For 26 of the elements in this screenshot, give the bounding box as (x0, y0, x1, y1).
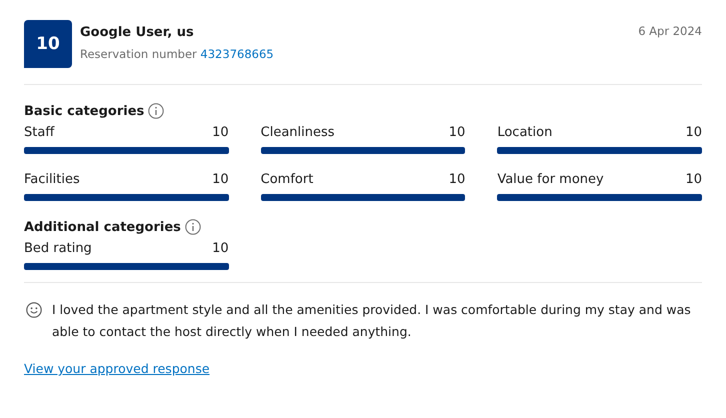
score-badge: 10 (24, 20, 72, 68)
info-icon[interactable] (148, 103, 164, 119)
info-icon[interactable] (184, 219, 201, 235)
rating-value: 10 (212, 241, 229, 257)
rating-label: Facilities (24, 172, 80, 188)
review-date: 6 Apr 2024 (638, 23, 702, 38)
section-title: Basic categories (24, 104, 144, 118)
smiley-icon (26, 302, 42, 318)
rating-value: 10 (212, 172, 229, 188)
reservation-link[interactable]: 4323768665 (200, 47, 274, 61)
review-comment: I loved the apartment style and all the amenities provided. I was comfortable during my stay and was able to contact the host directly when I needed anything. (52, 301, 692, 341)
rating-value: 10 (448, 125, 466, 141)
rating-value: 10 (685, 125, 702, 141)
rating-label: Value for money (497, 172, 604, 188)
rating-value: 10 (212, 125, 229, 141)
section-title: Additional categories (24, 220, 181, 234)
rating-label: Location (497, 125, 552, 141)
rating-label: Comfort (260, 172, 314, 188)
approved-response-link[interactable]: View your approved response (24, 361, 210, 376)
reservation-number: Reservation number 4323768665 (80, 47, 275, 61)
rating-value: 10 (448, 172, 466, 188)
rating-label: Cleanliness (260, 125, 335, 141)
reviewer-name: Google User, us (80, 24, 195, 42)
rating-value: 10 (685, 172, 702, 188)
rating-label: Bed rating (24, 241, 92, 257)
rating-label: Staff (24, 125, 54, 141)
